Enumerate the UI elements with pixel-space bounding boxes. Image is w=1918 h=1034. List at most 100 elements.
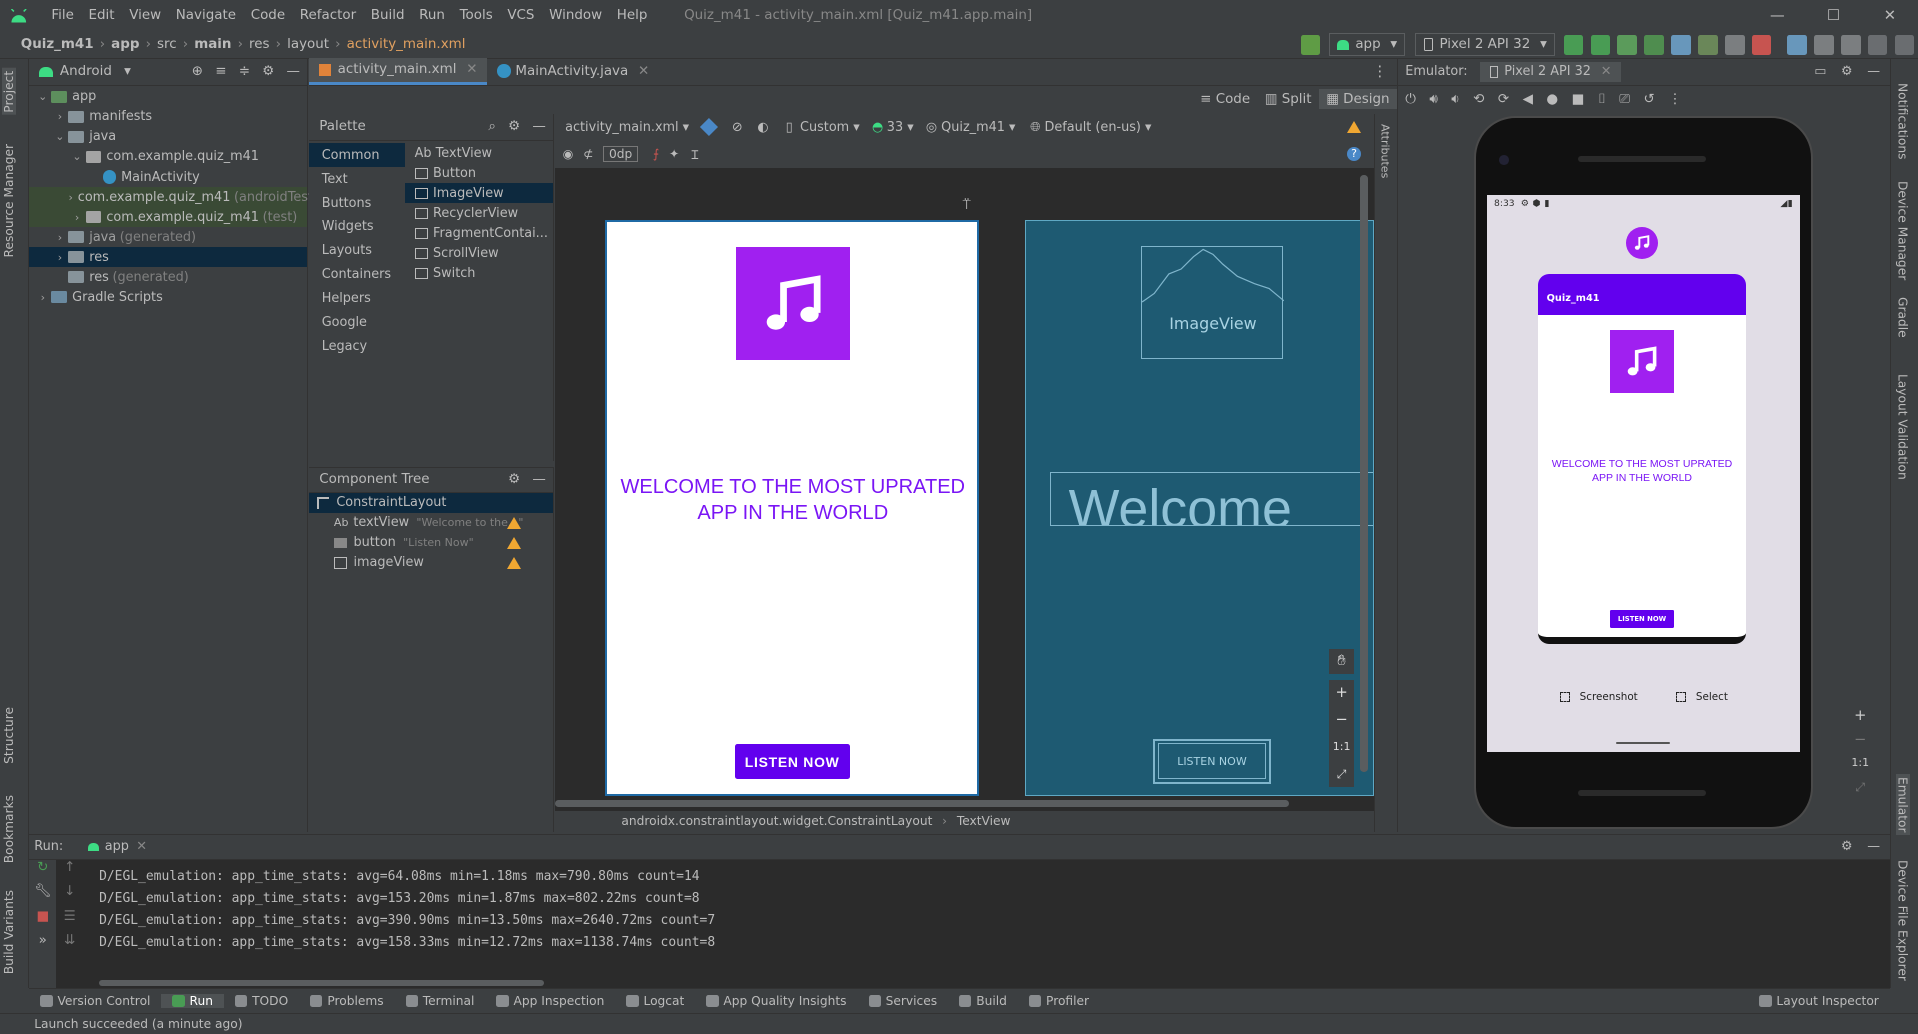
reset-icon[interactable]: ↺ xyxy=(1643,92,1654,107)
split-mode-button[interactable]: ▥ Split xyxy=(1257,89,1318,109)
overview-icon[interactable]: ■ xyxy=(1572,92,1585,107)
palette-item[interactable]: FragmentContai... xyxy=(405,223,553,243)
zoom-in-icon[interactable]: + xyxy=(1329,680,1353,707)
app-bubble-icon[interactable] xyxy=(1626,227,1658,259)
chevron-right-icon[interactable]: › xyxy=(68,191,72,204)
screenshot-button[interactable]: Screenshot xyxy=(1560,691,1638,703)
palette-category-legacy[interactable]: Legacy xyxy=(309,335,404,359)
more-tabs-icon[interactable]: ⋮ xyxy=(1363,63,1397,85)
run-icon[interactable] xyxy=(1617,34,1637,55)
blueprint-button[interactable]: LISTEN NOW xyxy=(1153,738,1271,784)
stop-icon[interactable]: ■ xyxy=(29,909,56,933)
tab-resource-manager[interactable]: Resource Manager xyxy=(2,144,16,257)
power-icon[interactable]: ⏻ xyxy=(1405,92,1416,107)
warning-icon[interactable] xyxy=(507,537,522,549)
run-config-select[interactable]: app ▾ xyxy=(1328,33,1406,57)
tree-node-button[interactable]: button "Listen Now" xyxy=(309,533,553,553)
zoom-in-icon[interactable]: + xyxy=(1848,707,1872,731)
device-manager-icon[interactable] xyxy=(1814,34,1834,55)
menu-edit[interactable]: Edit xyxy=(81,8,122,23)
breadcrumb-item[interactable]: activity_main.xml xyxy=(343,37,469,52)
minimize-button[interactable]: — xyxy=(1749,7,1805,24)
palette-category-helpers[interactable]: Helpers xyxy=(309,287,404,311)
build-hammer-icon[interactable] xyxy=(1300,34,1321,55)
maximize-button[interactable]: ☐ xyxy=(1805,7,1861,24)
home-icon[interactable]: ● xyxy=(1546,92,1558,107)
tree-item[interactable]: › com.example.quiz_m41 (test) xyxy=(29,207,308,228)
rotate-left-icon[interactable]: ⟲ xyxy=(1473,92,1484,107)
search-everywhere-icon[interactable] xyxy=(1867,34,1888,55)
breadcrumb-item[interactable]: app xyxy=(108,37,144,52)
bottom-tab-version-control[interactable]: Version Control xyxy=(29,994,161,1008)
palette-item[interactable]: RecyclerView xyxy=(405,203,553,223)
breadcrumb-item[interactable]: main xyxy=(191,37,236,52)
tree-node-textview[interactable]: Ab textView "Welcome to the..." xyxy=(309,513,553,533)
app-window[interactable]: Quiz_m41 WELCOME TO THE MOST UPRATED APP… xyxy=(1538,273,1747,645)
infer-constraints-icon[interactable]: ✦ xyxy=(669,147,679,161)
palette-item[interactable]: ScrollView xyxy=(405,243,553,263)
close-tab-icon[interactable]: ✕ xyxy=(466,62,477,77)
settings-icon[interactable] xyxy=(1894,34,1915,55)
bottom-tab-app-inspection[interactable]: App Inspection xyxy=(485,994,615,1008)
tree-item[interactable]: res (generated) xyxy=(29,267,307,287)
more-options-icon[interactable]: ⋮ xyxy=(1668,92,1681,107)
more-icon[interactable]: » xyxy=(29,933,56,957)
zoom-fit-icon[interactable]: ⤢ xyxy=(1848,780,1872,804)
chevron-down-icon[interactable]: ⌄ xyxy=(68,150,85,163)
gesture-bar[interactable] xyxy=(1616,742,1671,745)
gear-icon[interactable]: ⚙ xyxy=(1841,64,1853,79)
tree-item[interactable]: › manifests xyxy=(29,107,307,127)
chevron-right-icon[interactable]: › xyxy=(51,251,68,264)
expand-all-icon[interactable]: ≡ xyxy=(215,64,226,79)
bottom-tab-terminal[interactable]: Terminal xyxy=(395,994,486,1008)
device-preview-select[interactable]: ▯ xyxy=(786,120,793,135)
palette-category-layouts[interactable]: Layouts xyxy=(309,239,404,263)
select-button[interactable]: Select xyxy=(1676,691,1728,703)
theme-select[interactable]: Custom ▾ xyxy=(800,120,860,135)
tab-device-manager[interactable]: Device Manager xyxy=(1896,181,1910,280)
rotate-right-icon[interactable]: ⟳ xyxy=(1498,92,1509,107)
bottom-tab-run[interactable]: Run xyxy=(161,994,224,1009)
chevron-right-icon[interactable]: › xyxy=(68,211,85,224)
menu-code[interactable]: Code xyxy=(243,8,292,23)
palette-category-buttons[interactable]: Buttons xyxy=(309,191,404,215)
tab-attributes[interactable]: Attributes xyxy=(1378,124,1391,178)
palette-category-text[interactable]: Text xyxy=(309,167,404,191)
guidelines-icon[interactable]: Ɪ xyxy=(692,146,699,163)
module-select[interactable]: ◎ Quiz_m41 ▾ xyxy=(926,120,1016,135)
layout-inspector-tab[interactable]: Layout Inspector xyxy=(1748,994,1890,1008)
warning-icon[interactable] xyxy=(1347,121,1362,134)
close-tab-icon[interactable]: ✕ xyxy=(638,64,649,79)
zoom-actual-button[interactable]: 1:1 xyxy=(1329,734,1353,761)
tab-main-activity[interactable]: MainActivity.java ✕ xyxy=(487,58,659,85)
coverage-icon[interactable] xyxy=(1724,34,1745,55)
tab-notifications[interactable]: Notifications xyxy=(1896,83,1910,159)
soft-wrap-icon[interactable]: ☰ xyxy=(56,909,83,933)
close-tab-icon[interactable]: ✕ xyxy=(1601,64,1612,79)
bottom-tab-logcat[interactable]: Logcat xyxy=(615,994,695,1008)
search-icon[interactable]: ⌕ xyxy=(488,119,496,134)
palette-category-common[interactable]: Common xyxy=(309,143,405,168)
tree-item[interactable]: › Gradle Scripts xyxy=(29,287,307,307)
zoom-out-icon[interactable]: − xyxy=(1329,707,1353,734)
design-preview[interactable]: WELCOME TO THE MOST UPRATED APP IN THE W… xyxy=(605,220,979,797)
hide-panel-icon[interactable]: — xyxy=(1867,839,1880,854)
night-mode-icon[interactable]: ◐ xyxy=(757,120,768,135)
bottom-tab-services[interactable]: Services xyxy=(858,994,949,1008)
tree-item[interactable]: › com.example.quiz_m41 (androidTest) xyxy=(29,187,318,208)
chevron-right-icon[interactable]: › xyxy=(51,231,68,244)
scroll-to-end-icon[interactable]: ⇊ xyxy=(56,933,83,957)
emulator-device-tab[interactable]: Pixel 2 API 32 ✕ xyxy=(1479,61,1622,82)
tab-activity-main[interactable]: activity_main.xml ✕ xyxy=(309,57,488,85)
zoom-actual-button[interactable]: 1:1 xyxy=(1848,756,1872,780)
tab-build-variants[interactable]: Build Variants xyxy=(2,890,16,974)
build-icon[interactable]: 🔧︎ xyxy=(29,884,56,908)
palette-item[interactable]: Ab TextView xyxy=(405,143,553,163)
design-mode-button[interactable]: ▦ Design xyxy=(1318,89,1397,109)
camera-icon[interactable]: ⌷ xyxy=(1598,92,1606,107)
gear-icon[interactable]: ⚙ xyxy=(508,119,520,134)
hide-panel-icon[interactable]: — xyxy=(1867,64,1880,79)
menu-tools[interactable]: Tools xyxy=(452,8,500,23)
tab-emulator[interactable]: Emulator xyxy=(1895,774,1910,835)
palette-category-containers[interactable]: Containers xyxy=(309,263,404,287)
